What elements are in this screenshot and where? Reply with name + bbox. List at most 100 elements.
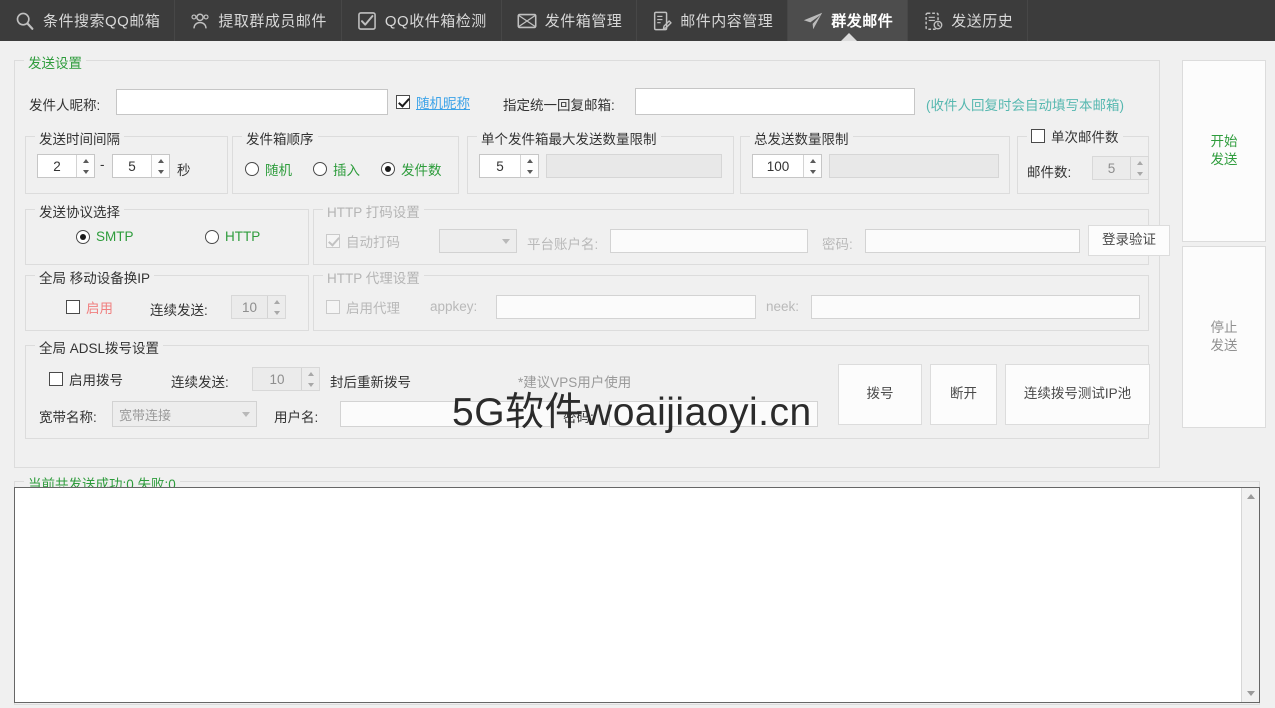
adsl-broadband-select[interactable]: 宽带连接 [112, 401, 257, 427]
radio-circle[interactable] [205, 229, 219, 244]
clipboard-clock-icon [922, 10, 944, 32]
http-proxy-neek-input[interactable] [811, 295, 1140, 319]
mobile-ip-enable-checkbox[interactable]: 启用 [66, 297, 113, 317]
spinner-down-icon [302, 379, 319, 390]
total-limit-value: 100 [766, 158, 790, 174]
outbox-order-option-label: 插入 [333, 163, 360, 178]
radio-circle[interactable] [381, 162, 395, 176]
total-limit-spinner[interactable]: 100 [752, 154, 822, 178]
http-proxy-enable-checkbox-box [326, 300, 340, 314]
adsl-dial-label: 拨号 [866, 386, 894, 402]
single-limit-spin-buttons[interactable] [520, 155, 538, 177]
stop-send-label-line2: 发送 [1210, 338, 1238, 353]
stop-send-button[interactable]: 停止 发送 [1182, 246, 1266, 428]
reply-email-input[interactable] [635, 88, 915, 115]
total-limit-spin-buttons[interactable] [803, 155, 821, 177]
nav-tab-mail-content-management[interactable]: 邮件内容管理 [637, 0, 789, 41]
protocol-option-label: SMTP [96, 229, 134, 244]
spinner-down-icon[interactable] [77, 166, 94, 177]
envelope-x-icon [516, 10, 538, 32]
outbox-order-group: 发件箱顺序 随机 插入 发件数 [232, 128, 459, 194]
nav-tab-label: 发送历史 [951, 13, 1014, 30]
outbox-order-option-random[interactable]: 随机 [245, 159, 292, 179]
batch-count-checkbox-box[interactable] [1031, 129, 1045, 143]
captcha-account-input[interactable] [610, 229, 808, 253]
single-outbox-limit-extra-input [546, 154, 722, 178]
send-interval-title: 发送时间间隔 [35, 128, 124, 148]
spinner-up-icon[interactable] [804, 155, 821, 166]
nav-tab-outbox-management[interactable]: 发件箱管理 [502, 0, 638, 41]
adsl-username-label: 用户名: [274, 410, 319, 425]
outbox-order-option-insert[interactable]: 插入 [313, 159, 360, 179]
nav-tab-send-history[interactable]: 发送历史 [908, 0, 1029, 41]
start-send-label-line2: 发送 [1210, 152, 1238, 167]
adsl-dial-button[interactable]: 拨号 [838, 364, 922, 425]
adsl-title: 全局 ADSL拨号设置 [35, 337, 164, 357]
random-nick-checkbox[interactable]: 随机昵称 [396, 92, 470, 112]
auto-captcha-label: 自动打码 [346, 235, 400, 250]
chevron-down-icon[interactable] [236, 411, 256, 417]
single-outbox-limit-group: 单个发件箱最大发送数量限制 5 [467, 128, 734, 194]
batch-count-checkbox[interactable]: 单次邮件数 [1027, 126, 1123, 146]
batch-count-value: 5 [1107, 160, 1116, 176]
send-interval-group: 发送时间间隔 2 - 5 秒 [25, 128, 228, 194]
outbox-order-option-count[interactable]: 发件数 [381, 159, 442, 179]
adsl-enable-checkbox[interactable]: 启用拨号 [49, 369, 123, 389]
adsl-enable-checkbox-box[interactable] [49, 372, 63, 386]
spinner-down-icon[interactable] [804, 166, 821, 177]
adsl-disconnect-button[interactable]: 断开 [930, 364, 997, 425]
checkbox-check-icon [356, 10, 378, 32]
batch-count-label: 邮件数: [1027, 165, 1072, 180]
mobile-ip-continuous-value: 10 [241, 299, 258, 315]
outbox-order-option-label: 随机 [265, 163, 292, 178]
adsl-broadband-value: 宽带连接 [119, 407, 172, 423]
adsl-enable-label: 启用拨号 [69, 373, 123, 388]
outbox-order-option-label: 发件数 [401, 163, 442, 178]
interval-max-value: 5 [128, 158, 136, 174]
adsl-spin-buttons [301, 368, 319, 390]
nav-tab-extract-group-members[interactable]: 提取群成员邮件 [175, 0, 342, 41]
scroll-up-icon[interactable] [1242, 488, 1259, 505]
nav-tab-bulk-mail[interactable]: 群发邮件 [788, 0, 909, 42]
protocol-option-smtp[interactable]: SMTP [76, 229, 134, 244]
adsl-test-ip-pool-button[interactable]: 连续拨号测试IP池 [1005, 364, 1150, 425]
interval-max-spinner[interactable]: 5 [112, 154, 170, 178]
spinner-up-icon[interactable] [152, 155, 169, 166]
http-proxy-enable-checkbox: 启用代理 [326, 297, 400, 317]
mobile-ip-group: 全局 移动设备换IP 启用 连续发送: 10 [25, 267, 309, 331]
batch-count-spin-buttons [1130, 157, 1148, 179]
sender-nick-input[interactable] [116, 89, 388, 115]
random-nick-checkbox-box[interactable] [396, 95, 410, 109]
interval-min-spinner[interactable]: 2 [37, 154, 95, 178]
start-send-button[interactable]: 开始 发送 [1182, 60, 1266, 242]
http-proxy-appkey-input[interactable] [496, 295, 756, 319]
log-output-area[interactable] [14, 487, 1260, 703]
outbox-order-title: 发件箱顺序 [242, 128, 318, 148]
nav-tab-qq-inbox-check[interactable]: QQ收件箱检测 [342, 0, 502, 41]
radio-circle[interactable] [313, 162, 327, 176]
protocol-title: 发送协议选择 [35, 201, 124, 221]
reply-email-label: 指定统一回复邮箱: [503, 98, 615, 113]
http-proxy-enable-label: 启用代理 [346, 301, 400, 316]
spinner-up-icon[interactable] [521, 155, 538, 166]
scroll-down-icon[interactable] [1242, 685, 1259, 702]
protocol-option-http[interactable]: HTTP [205, 229, 260, 244]
interval-max-spin-buttons[interactable] [151, 155, 169, 177]
interval-min-spin-buttons[interactable] [76, 155, 94, 177]
random-nick-label[interactable]: 随机昵称 [416, 92, 470, 112]
radio-circle[interactable] [245, 162, 259, 176]
mobile-ip-title: 全局 移动设备换IP [35, 267, 155, 287]
nav-tab-search-qq-mail[interactable]: 条件搜索QQ邮箱 [0, 0, 176, 41]
single-outbox-limit-spinner[interactable]: 5 [479, 154, 539, 178]
captcha-password-input[interactable] [865, 229, 1080, 253]
spinner-down-icon[interactable] [152, 166, 169, 177]
spinner-up-icon[interactable] [77, 155, 94, 166]
log-scrollbar[interactable] [1241, 488, 1259, 702]
mobile-ip-enable-checkbox-box[interactable] [66, 300, 80, 314]
captcha-login-verify-button[interactable]: 登录验证 [1088, 225, 1170, 256]
batch-count-spinner: 5 [1092, 156, 1149, 180]
group-users-icon [189, 10, 211, 32]
radio-circle[interactable] [76, 229, 90, 244]
spinner-down-icon[interactable] [521, 166, 538, 177]
